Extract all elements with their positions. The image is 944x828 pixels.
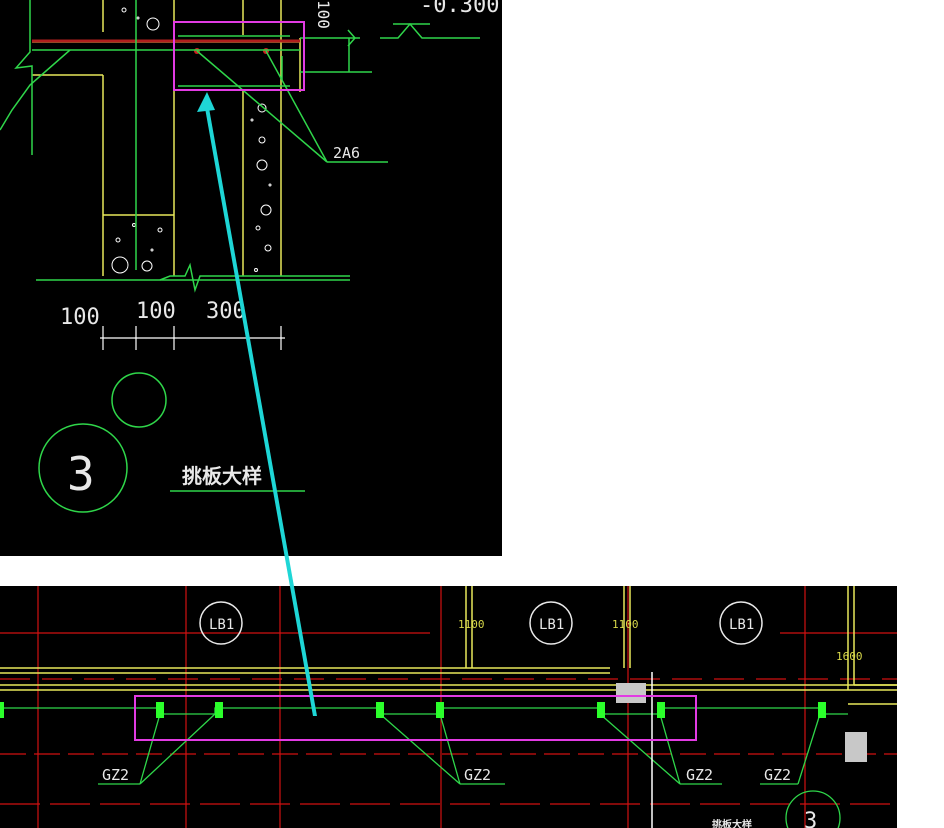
column-label-4: GZ2 — [764, 766, 791, 784]
dimension-lines — [100, 326, 285, 350]
column-label-1: GZ2 — [102, 766, 129, 784]
rebar-label: 2A6 — [333, 144, 360, 162]
rebar-dots — [194, 48, 269, 54]
dimension-label-1: 1100 — [458, 618, 485, 631]
vertical-dimension-label: 100 — [314, 0, 333, 29]
dimension-label-2: 100 — [136, 299, 176, 324]
column-label-2: GZ2 — [464, 766, 491, 784]
section-detail-drawing: -0.300 100 2A6 100 100 300 3 挑板大样 — [0, 0, 499, 513]
detail-number: 3 — [67, 447, 95, 501]
column-markers — [0, 702, 826, 718]
slab-label-1: LB1 — [209, 617, 234, 633]
dimension-label-3: 1600 — [836, 650, 863, 663]
wall-lines — [0, 586, 897, 705]
column-label-3: GZ2 — [686, 766, 713, 784]
slab-label-3: LB1 — [729, 617, 754, 633]
dimension-label-1: 100 — [60, 305, 100, 330]
slab-label-2: LB1 — [539, 617, 564, 633]
floor-plan-view: LB1 LB1 LB1 1100 1100 1600 GZ2 GZ2 GZ2 G… — [0, 586, 897, 828]
elevation-label: -0.300 — [420, 0, 499, 18]
floor-plan-drawing: LB1 LB1 LB1 1100 1100 1600 GZ2 GZ2 GZ2 G… — [0, 586, 897, 828]
dimension-label-3: 300 — [206, 299, 246, 324]
section-detail-view: -0.300 100 2A6 100 100 300 3 挑板大样 — [0, 0, 502, 556]
dimension-label-2: 1100 — [612, 618, 639, 631]
detail-number-small: 3 — [804, 809, 817, 828]
detail-title: 挑板大样 — [182, 464, 262, 488]
rebar-lines — [0, 0, 480, 293]
detail-title-small: 挑板大样 — [712, 818, 752, 828]
highlight-box-detail — [173, 21, 305, 91]
